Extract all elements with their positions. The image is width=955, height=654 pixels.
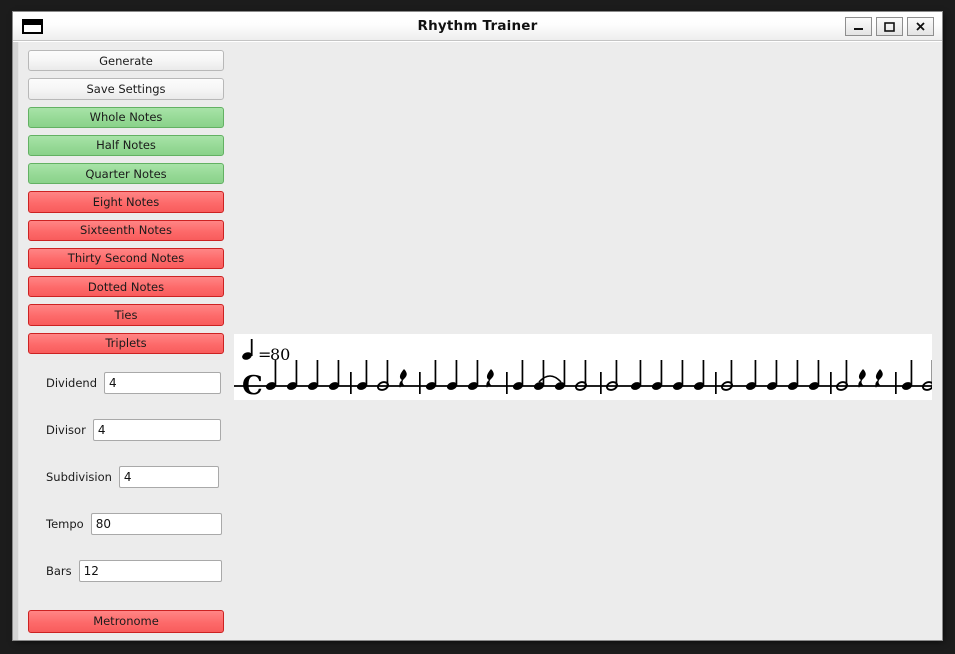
tie-slur: [538, 375, 562, 383]
tempo-row: Tempo: [28, 512, 234, 535]
subdivision-row: Subdivision: [28, 465, 234, 488]
title-bar: Rhythm Trainer: [13, 12, 942, 41]
note-stem: [542, 360, 545, 386]
toggle-dotted-notes[interactable]: Dotted Notes: [28, 276, 224, 298]
maximize-icon: [884, 21, 895, 32]
subdivision-label: Subdivision: [46, 469, 112, 484]
note-stem: [639, 360, 642, 386]
bars-label: Bars: [46, 563, 72, 578]
score-area: = 80 C: [234, 42, 942, 640]
barline: [830, 372, 832, 394]
bars-row: Bars: [28, 559, 234, 582]
note-stem: [365, 360, 368, 386]
barline: [419, 372, 421, 394]
note-stem: [455, 360, 458, 386]
divisor-input[interactable]: [92, 418, 221, 441]
notes-group: [265, 360, 932, 394]
note-stem: [796, 360, 799, 386]
note-stem: [316, 360, 319, 386]
note-stem: [730, 360, 733, 386]
note-stem: [274, 360, 277, 386]
minimize-button[interactable]: [845, 16, 872, 36]
divisor-row: Divisor: [28, 418, 234, 441]
note-stem: [434, 360, 437, 386]
toggle-quarter-notes[interactable]: Quarter Notes: [28, 163, 224, 185]
window-controls: [845, 16, 934, 36]
tempo-input[interactable]: [90, 512, 222, 535]
control-sidebar: Generate Save Settings Whole Notes Half …: [19, 42, 234, 640]
note-stem: [615, 360, 618, 386]
notation-svg: = 80 C: [234, 339, 932, 400]
tempo-label: Tempo: [46, 516, 84, 531]
note-stem: [476, 360, 479, 386]
quarter-rest-icon: [858, 369, 866, 388]
window-title: Rhythm Trainer: [417, 18, 538, 34]
generate-button[interactable]: Generate: [28, 50, 224, 72]
note-stem: [845, 360, 848, 386]
barline: [715, 372, 717, 394]
dividend-input[interactable]: [104, 371, 222, 394]
quarter-rest-icon: [399, 369, 407, 388]
subdivision-input[interactable]: [118, 465, 219, 488]
note-stem: [702, 360, 705, 386]
bars-input[interactable]: [78, 559, 222, 582]
note-stem: [660, 360, 663, 386]
close-button[interactable]: [907, 16, 934, 36]
app-window: Rhythm Trainer Generate Save Settings Wh…: [13, 12, 942, 640]
metronome-button[interactable]: Metronome: [28, 609, 224, 633]
close-icon: [916, 21, 925, 31]
window-body: Generate Save Settings Whole Notes Half …: [13, 41, 942, 640]
barline: [506, 372, 508, 394]
note-stem: [521, 360, 524, 386]
tempo-marking: = 80: [242, 339, 290, 364]
barline: [600, 372, 602, 394]
quarter-rest-icon: [875, 369, 883, 388]
note-stem: [775, 360, 778, 386]
save-settings-button[interactable]: Save Settings: [28, 78, 224, 100]
toggle-ties[interactable]: Ties: [28, 304, 224, 326]
toggle-sixteenth-notes[interactable]: Sixteenth Notes: [28, 219, 224, 241]
barline: [350, 372, 352, 394]
window-icon: [22, 18, 43, 34]
note-stem: [584, 360, 587, 386]
toggle-eight-notes[interactable]: Eight Notes: [28, 191, 224, 213]
dividend-row: Dividend: [28, 371, 234, 394]
note-stem: [386, 360, 389, 386]
toggle-half-notes[interactable]: Half Notes: [28, 134, 224, 156]
note-stem: [910, 360, 913, 386]
dividend-label: Dividend: [46, 375, 98, 390]
barline: [895, 372, 897, 394]
toggle-triplets[interactable]: Triplets: [28, 332, 224, 354]
note-stem: [754, 360, 757, 386]
note-stem: [337, 360, 340, 386]
note-stem: [817, 360, 820, 386]
toggle-whole-notes[interactable]: Whole Notes: [28, 106, 224, 128]
maximize-button[interactable]: [876, 16, 903, 36]
note-stem: [295, 360, 298, 386]
common-time-icon: C: [242, 371, 263, 400]
note-stem: [681, 360, 684, 386]
note-stem: [563, 360, 566, 386]
rhythm-staff[interactable]: = 80 C: [234, 334, 932, 400]
tempo-bpm: 80: [270, 345, 290, 364]
toggle-thirty-second-notes[interactable]: Thirty Second Notes: [28, 247, 224, 269]
quarter-rest-icon: [486, 369, 494, 388]
minimize-icon: [854, 27, 863, 30]
divisor-label: Divisor: [46, 422, 86, 437]
